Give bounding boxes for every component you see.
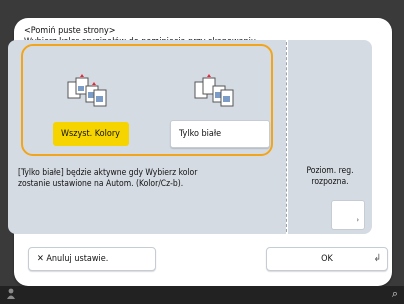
option-white-only-button[interactable]: Tylko białe (170, 120, 270, 148)
info-text: [Tylko białe] będzie aktywne gdy Wybierz… (18, 168, 273, 190)
user-icon (7, 288, 15, 299)
return-icon: ↲ (373, 253, 381, 264)
recognition-level-line-1: Poziom. reg. (306, 166, 354, 176)
status-monitor-icon[interactable]: ⌕ (392, 287, 398, 301)
dialog-title: <Pomiń puste strony> (24, 26, 116, 36)
status-bar: ⌕ (0, 286, 404, 304)
recognition-level-button[interactable]: › (331, 200, 365, 230)
recognition-level-label: Poziom. reg. rozpozna. (294, 166, 366, 188)
ok-button-label: OK (321, 254, 333, 264)
screen: <Pomiń puste strony> Wybierz kolor orygi… (0, 0, 404, 304)
recognition-level-line-2: rozpozna. (311, 177, 349, 187)
option-all-colors-button[interactable]: Wszyst. Kolory (53, 122, 129, 146)
chevron-right-icon: › (356, 216, 359, 224)
color-pages-icon (67, 74, 107, 107)
ok-button[interactable]: OK ↲ (266, 247, 388, 271)
info-line-2: zostanie ustawione na Autom. (Kolor/Cz-b… (18, 179, 184, 189)
white-pages-icon (194, 74, 234, 107)
cancel-button-label: ✕ Anuluj ustawie. (37, 254, 109, 264)
info-line-1: [Tylko białe] będzie aktywne gdy Wybierz… (18, 168, 198, 178)
cancel-settings-button[interactable]: ✕ Anuluj ustawie. (28, 247, 156, 271)
